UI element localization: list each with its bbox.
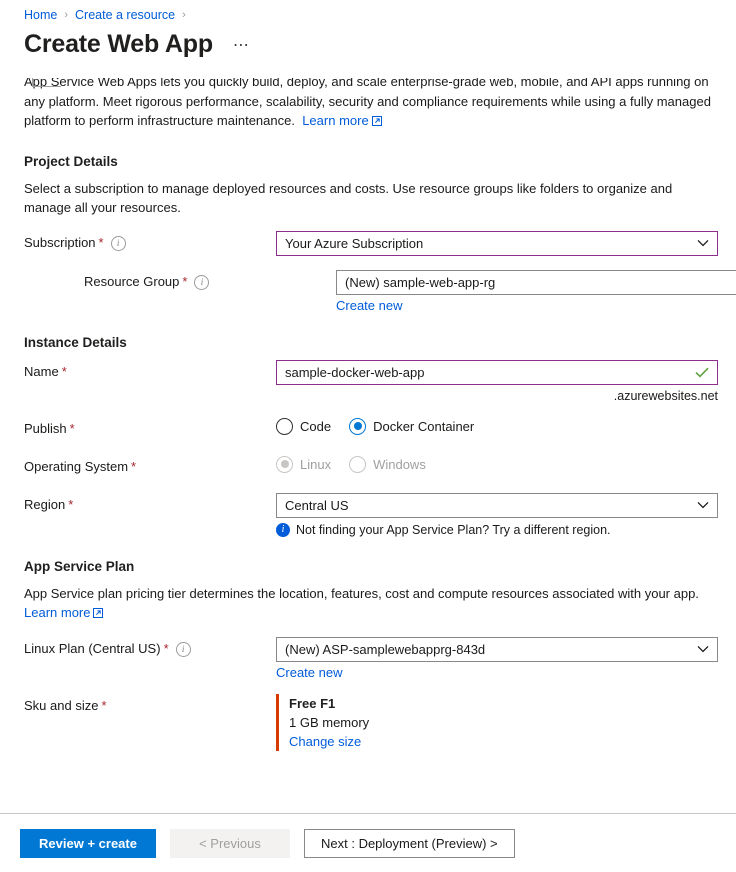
external-link-icon xyxy=(371,112,382,132)
label-operating-system: Operating System * xyxy=(24,455,276,478)
breadcrumb-separator-icon: › xyxy=(64,9,69,21)
subscription-value: Your Azure Subscription xyxy=(285,235,424,251)
radio-publish-docker-container-label: Docker Container xyxy=(373,418,475,434)
label-subscription-text: Subscription xyxy=(24,234,96,250)
subscription-dropdown[interactable]: Your Azure Subscription xyxy=(276,230,718,256)
label-linux-plan-text: Linux Plan (Central US) xyxy=(24,640,161,656)
required-marker: * xyxy=(98,234,104,250)
operating-system-radio-group: Linux Windows xyxy=(276,455,716,473)
resource-group-create-new-link[interactable]: Create new xyxy=(336,298,736,313)
project-details-description: Select a subscription to manage deployed… xyxy=(24,180,673,215)
info-filled-icon: i xyxy=(276,522,290,537)
intro-paragraph: App Service Web Apps lets you quickly bu… xyxy=(24,78,716,132)
review-create-button[interactable]: Review + create xyxy=(20,828,156,858)
sku-change-size-link[interactable]: Change size xyxy=(289,734,361,749)
radio-publish-docker-container[interactable]: Docker Container xyxy=(349,417,475,435)
label-sku-and-size: Sku and size * xyxy=(24,694,276,717)
app-service-plan-description: App Service plan pricing tier determines… xyxy=(24,584,716,623)
chevron-down-icon xyxy=(697,645,709,653)
section-heading-app-service-plan: App Service Plan xyxy=(24,558,135,574)
label-resource-group-text: Resource Group xyxy=(84,273,180,289)
previous-button: < Previous xyxy=(170,828,290,858)
linux-plan-create-new-link[interactable]: Create new xyxy=(276,665,718,680)
breadcrumb: Home › Create a resource › xyxy=(0,0,736,23)
label-name: Name * xyxy=(24,360,276,383)
publish-radio-group: Code Docker Container xyxy=(276,417,716,435)
field-row-linux-plan: Linux Plan (Central US) * i (New) ASP-sa… xyxy=(24,636,718,680)
footer-action-bar: Review + create < Previous Next : Deploy… xyxy=(0,814,736,872)
radio-button-disabled-icon xyxy=(349,455,367,473)
label-linux-plan: Linux Plan (Central US) * i xyxy=(24,637,276,660)
required-marker: * xyxy=(182,273,188,289)
region-dropdown[interactable]: Central US xyxy=(276,492,718,518)
label-publish-text: Publish xyxy=(24,420,67,436)
breadcrumb-item-home[interactable]: Home xyxy=(24,7,57,23)
label-region-text: Region xyxy=(24,496,66,512)
name-value: sample-docker-web-app xyxy=(285,364,425,380)
section-heading-project-details: Project Details xyxy=(24,153,118,169)
intro-learn-more-link[interactable]: Learn more xyxy=(302,113,368,128)
form-scroll-region[interactable]: App Service Web Apps lets you quickly bu… xyxy=(0,78,736,800)
label-operating-system-text: Operating System xyxy=(24,458,129,474)
required-marker: * xyxy=(131,458,137,474)
sku-summary-card: Free F1 1 GB memory Change size xyxy=(276,693,716,751)
tree-connector-line xyxy=(32,78,61,87)
field-row-resource-group: Resource Group * i (New) sample-web-app-… xyxy=(24,78,736,313)
field-row-sku-and-size: Sku and size * Free F1 1 GB memory Chang… xyxy=(24,693,716,751)
label-publish: Publish * xyxy=(24,417,276,440)
field-row-publish: Publish * Code Docker Container xyxy=(24,417,716,441)
resource-group-value: (New) sample-web-app-rg xyxy=(345,274,496,290)
region-info-note: i Not finding your App Service Plan? Try… xyxy=(276,522,718,537)
radio-button-icon xyxy=(276,417,293,435)
label-subscription: Subscription * i xyxy=(24,231,276,254)
section-heading-instance-details: Instance Details xyxy=(24,334,127,350)
linux-plan-value: (New) ASP-samplewebapprg-843d xyxy=(285,641,486,657)
title-row: Create Web App ⋯ xyxy=(0,23,736,59)
radio-os-windows: Windows xyxy=(349,455,426,473)
chevron-down-icon xyxy=(697,239,709,247)
next-deployment-button[interactable]: Next : Deployment (Preview) > xyxy=(304,828,515,858)
breadcrumb-item-create-a-resource[interactable]: Create a resource xyxy=(75,7,175,23)
required-marker: * xyxy=(69,420,75,436)
more-options-icon[interactable]: ⋯ xyxy=(229,38,254,54)
required-marker: * xyxy=(101,697,107,713)
linux-plan-dropdown[interactable]: (New) ASP-samplewebapprg-843d xyxy=(276,636,718,662)
required-marker: * xyxy=(163,640,169,656)
radio-os-linux-label: Linux xyxy=(300,456,332,472)
radio-button-selected-disabled-icon xyxy=(276,455,293,473)
app-service-plan-learn-more-link[interactable]: Learn more xyxy=(24,605,90,620)
radio-button-selected-icon xyxy=(349,417,367,435)
info-icon[interactable]: i xyxy=(175,641,191,657)
label-resource-group: Resource Group * i xyxy=(24,78,336,293)
breadcrumb-separator-icon: › xyxy=(182,9,186,21)
required-marker: * xyxy=(61,363,67,379)
page-title: Create Web App xyxy=(24,30,213,58)
region-note-text: Not finding your App Service Plan? Try a… xyxy=(296,522,611,537)
label-region: Region * xyxy=(24,493,276,516)
name-domain-suffix: .azurewebsites.net xyxy=(613,388,718,403)
field-row-region: Region * Central US i Not finding your A… xyxy=(24,492,718,537)
radio-os-windows-label: Windows xyxy=(373,456,426,472)
name-input[interactable]: sample-docker-web-app xyxy=(276,359,718,385)
resource-group-dropdown[interactable]: (New) sample-web-app-rg xyxy=(336,269,736,295)
region-value: Central US xyxy=(285,497,349,513)
chevron-down-icon xyxy=(697,501,709,509)
field-row-name: Name * sample-docker-web-app .azurewebsi… xyxy=(24,359,718,403)
required-marker: * xyxy=(68,496,74,512)
valid-checkmark-icon xyxy=(695,367,709,378)
field-row-subscription: Subscription * i Your Azure Subscription xyxy=(24,230,718,256)
info-icon[interactable]: i xyxy=(194,274,210,290)
radio-publish-code-label: Code xyxy=(300,418,332,434)
label-name-text: Name xyxy=(24,363,59,379)
app-service-plan-description-text: App Service plan pricing tier determines… xyxy=(24,585,699,601)
info-icon[interactable]: i xyxy=(110,235,126,251)
sku-tier-name: Free F1 xyxy=(289,695,336,711)
external-link-icon xyxy=(93,604,104,623)
field-row-operating-system: Operating System * Linux Windows xyxy=(24,455,716,479)
radio-os-linux: Linux xyxy=(276,455,332,473)
sku-memory: 1 GB memory xyxy=(289,714,370,730)
label-sku-and-size-text: Sku and size xyxy=(24,697,99,713)
radio-publish-code[interactable]: Code xyxy=(276,417,332,435)
